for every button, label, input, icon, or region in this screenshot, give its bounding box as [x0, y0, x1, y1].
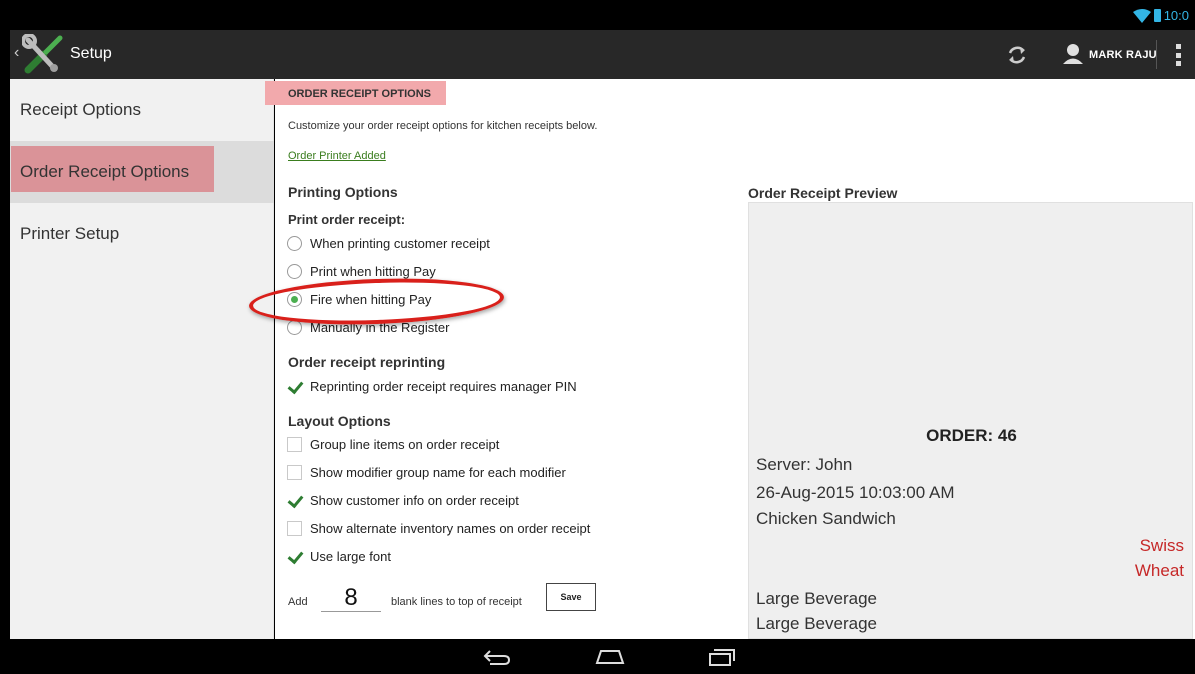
highlight-ellipse-annotation [248, 274, 505, 329]
preview-item: Large Beverage [756, 589, 877, 608]
blank-lines-suffix: blank lines to top of receipt [391, 596, 522, 608]
checkbox-group-line-items[interactable]: Group line items on order receipt [287, 437, 499, 452]
checkbox-label: Show customer info on order receipt [310, 493, 519, 508]
action-bar-divider [1156, 40, 1157, 69]
layout-options-heading: Layout Options [288, 413, 391, 429]
checkbox[interactable] [287, 521, 302, 536]
battery-icon [1153, 9, 1161, 22]
radio-label: Print when hitting Pay [310, 264, 436, 279]
checkbox-reprint-requires-pin[interactable]: Reprinting order receipt requires manage… [287, 379, 577, 394]
save-button[interactable]: Save [546, 583, 596, 611]
setup-tools-icon[interactable] [22, 34, 66, 74]
radio-print-when-hitting-pay[interactable]: Print when hitting Pay [287, 264, 436, 279]
navigation-bar [0, 639, 1195, 674]
status-icons: 10:0 [1132, 8, 1189, 23]
user-icon[interactable] [1062, 43, 1084, 65]
print-order-receipt-label: Print order receipt: [288, 212, 406, 227]
main-content: ORDER RECEIPT OPTIONS Customize your ord… [248, 79, 1195, 639]
checkbox-modifier-group-name[interactable]: Show modifier group name for each modifi… [287, 465, 566, 480]
preview-modifier: Wheat [1134, 561, 1184, 580]
printing-options-heading: Printing Options [288, 184, 398, 200]
preview-modifier: Swiss [1139, 536, 1184, 555]
checkbox-label: Use large font [310, 549, 391, 564]
radio-button[interactable] [287, 320, 302, 335]
checkbox-label: Show modifier group name for each modifi… [310, 465, 566, 480]
back-caret-icon[interactable]: ‹ [14, 44, 19, 62]
overflow-menu-icon[interactable] [1176, 44, 1182, 66]
radio-when-printing-customer-receipt[interactable]: When printing customer receipt [287, 236, 490, 251]
checkbox[interactable] [287, 549, 302, 564]
blank-lines-input[interactable]: 8 [321, 584, 381, 612]
checkbox-label: Group line items on order receipt [310, 437, 500, 452]
radio-button[interactable] [287, 264, 302, 279]
section-title: ORDER RECEIPT OPTIONS [288, 88, 432, 100]
checkbox[interactable] [287, 437, 302, 452]
sidebar-item-label: Printer Setup [20, 224, 120, 243]
sync-icon[interactable] [1006, 44, 1028, 66]
preview-order-number: ORDER: 46 [926, 426, 1017, 445]
wifi-icon [1132, 8, 1151, 23]
checkbox[interactable] [287, 493, 302, 508]
preview-item: Large Beverage [756, 614, 877, 633]
app-title[interactable]: Setup [70, 45, 112, 63]
checkbox-alternate-inventory-names[interactable]: Show alternate inventory names on order … [287, 521, 590, 536]
preview-datetime: 26-Aug-2015 10:03:00 AM [756, 483, 955, 502]
back-icon[interactable] [482, 647, 512, 667]
settings-sidebar: Receipt Options Order Receipt Options Pr… [10, 79, 274, 639]
recent-apps-icon[interactable] [707, 647, 737, 667]
sidebar-item-receipt-options[interactable]: Receipt Options [10, 79, 274, 141]
home-icon[interactable] [595, 647, 625, 667]
radio-button[interactable] [287, 236, 302, 251]
status-bar: 10:0 [0, 0, 1195, 30]
action-bar: ‹ Setup MARK RAJU [10, 30, 1195, 79]
blank-lines-row: Add 8 blank lines to top of receipt Save [288, 579, 608, 619]
checkbox-customer-info[interactable]: Show customer info on order receipt [287, 493, 519, 508]
section-description: Customize your order receipt options for… [288, 120, 598, 132]
checkbox-label: Show alternate inventory names on order … [310, 521, 591, 536]
preview-server: Server: John [756, 455, 853, 474]
sidebar-item-label: Receipt Options [20, 100, 141, 119]
checkbox[interactable] [287, 379, 302, 394]
add-label: Add [288, 596, 308, 608]
sidebar-item-printer-setup[interactable]: Printer Setup [10, 203, 274, 265]
preview-item: Chicken Sandwich [756, 509, 896, 528]
status-time: 10:0 [1163, 8, 1189, 23]
user-name[interactable]: MARK RAJU [1089, 49, 1157, 61]
order-receipt-preview: ORDER: 46 Server: John 26-Aug-2015 10:03… [748, 202, 1193, 639]
checkbox-use-large-font[interactable]: Use large font [287, 549, 391, 564]
reprinting-heading: Order receipt reprinting [288, 354, 446, 370]
checkbox[interactable] [287, 465, 302, 480]
checkbox-label: Reprinting order receipt requires manage… [310, 379, 577, 394]
preview-title: Order Receipt Preview [748, 185, 898, 201]
order-printer-link[interactable]: Order Printer Added [288, 150, 386, 162]
radio-label: When printing customer receipt [310, 236, 490, 251]
sidebar-item-label: Order Receipt Options [20, 162, 190, 181]
